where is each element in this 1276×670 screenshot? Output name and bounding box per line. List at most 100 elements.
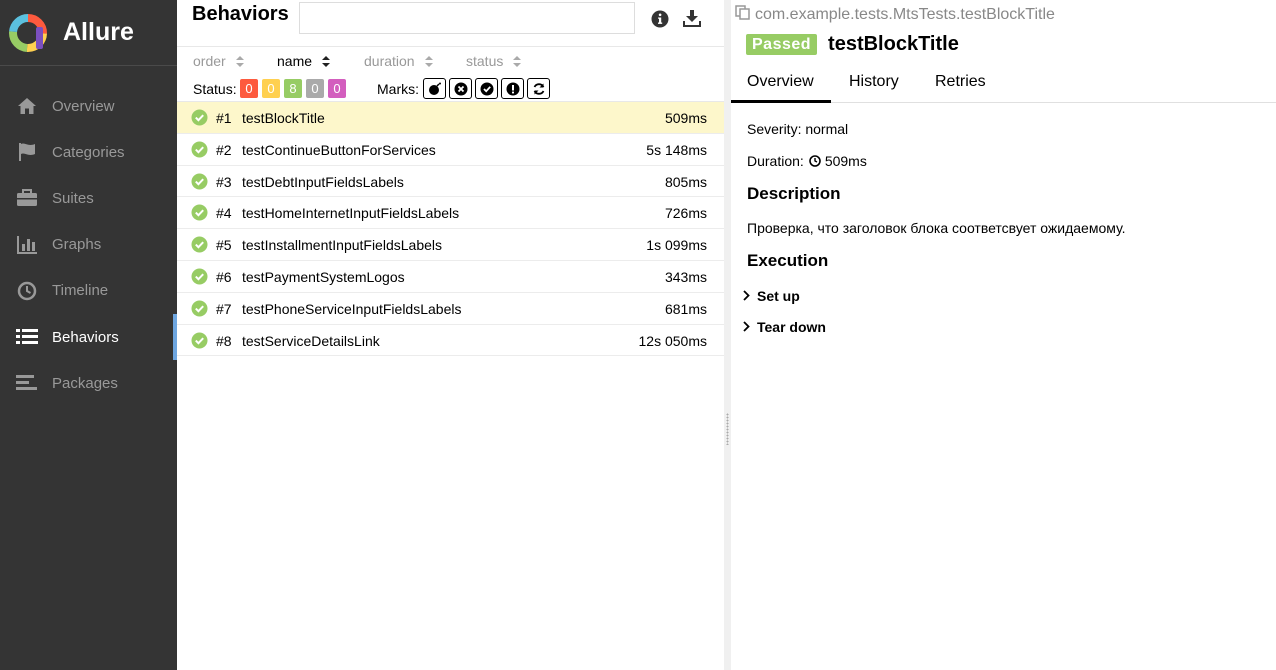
times-circle-icon[interactable] bbox=[449, 78, 472, 99]
description-text: Проверка, что заголовок блока соответсву… bbox=[747, 220, 1126, 236]
sort-label: duration bbox=[364, 53, 415, 69]
sidebar-item-suites[interactable]: Suites bbox=[0, 175, 177, 221]
check-circle-icon[interactable] bbox=[475, 78, 498, 99]
refresh-icon[interactable] bbox=[527, 78, 550, 99]
brand[interactable]: Allure bbox=[0, 0, 177, 66]
duration-label: Duration: bbox=[747, 153, 804, 169]
test-title-row: Passed testBlockTitle bbox=[746, 33, 959, 56]
test-row[interactable]: #4 testHomeInternetInputFieldsLabels 726… bbox=[177, 197, 724, 230]
sidebar-item-packages[interactable]: Packages bbox=[0, 360, 177, 406]
test-row[interactable]: #1 testBlockTitle 509ms bbox=[177, 102, 724, 134]
sort-order[interactable]: order bbox=[193, 53, 244, 69]
sidebar-item-label: Timeline bbox=[52, 282, 109, 300]
home-icon bbox=[16, 95, 38, 117]
test-row[interactable]: #3 testDebtInputFieldsLabels 805ms bbox=[177, 166, 724, 198]
filter-bar: Status: 0 0 8 0 0 Marks: bbox=[177, 75, 724, 101]
test-name: testBlockTitle bbox=[242, 110, 325, 126]
test-list: #1 testBlockTitle 509ms #2 testContinueB… bbox=[177, 101, 724, 357]
detail-tabs: Overview History Retries bbox=[731, 66, 1276, 103]
check-circle-icon bbox=[191, 236, 208, 256]
sort-icon bbox=[235, 55, 244, 67]
pane-splitter[interactable] bbox=[724, 0, 731, 670]
clock-icon bbox=[809, 155, 821, 167]
check-circle-icon bbox=[191, 109, 208, 129]
sidebar-item-behaviors[interactable]: Behaviors bbox=[0, 313, 177, 361]
test-number: #4 bbox=[216, 205, 232, 222]
sidebar-item-label: Behaviors bbox=[52, 328, 119, 346]
download-icon[interactable] bbox=[681, 8, 703, 30]
sidebar-item-label: Categories bbox=[52, 143, 125, 161]
sort-duration[interactable]: duration bbox=[364, 53, 433, 69]
test-row[interactable]: #6 testPaymentSystemLogos 343ms bbox=[177, 261, 724, 293]
test-row[interactable]: #2 testContinueButtonForServices 5s 148m… bbox=[177, 134, 724, 166]
description-heading: Description bbox=[747, 184, 841, 203]
test-number: #8 bbox=[216, 332, 232, 349]
test-duration: 1s 099ms bbox=[646, 237, 707, 254]
test-number: #6 bbox=[216, 268, 232, 285]
test-row[interactable]: #8 testServiceDetailsLink 12s 050ms bbox=[177, 325, 724, 357]
behaviors-header: Behaviors bbox=[177, 0, 724, 47]
status-badge-skipped[interactable]: 0 bbox=[306, 79, 324, 98]
test-name: testServiceDetailsLink bbox=[242, 332, 380, 349]
exclamation-circle-icon[interactable] bbox=[501, 78, 524, 99]
app-name: Allure bbox=[63, 18, 134, 46]
test-number: #5 bbox=[216, 237, 232, 254]
tab-retries[interactable]: Retries bbox=[935, 73, 986, 91]
page-title: Behaviors bbox=[192, 3, 289, 25]
test-duration: 343ms bbox=[664, 268, 707, 285]
status-badge: Passed bbox=[746, 34, 818, 55]
test-full-name[interactable]: com.example.tests.MtsTests.testBlockTitl… bbox=[735, 5, 1055, 25]
test-name: testInstallmentInputFieldsLabels bbox=[242, 237, 442, 254]
tab-history[interactable]: History bbox=[849, 73, 899, 91]
bomb-icon[interactable] bbox=[423, 78, 446, 99]
step-set-up[interactable]: Set up bbox=[743, 288, 800, 304]
drag-handle-icon[interactable] bbox=[726, 413, 729, 445]
test-name: testDebtInputFieldsLabels bbox=[242, 173, 404, 190]
sort-status[interactable]: status bbox=[466, 53, 522, 69]
check-circle-icon bbox=[191, 300, 208, 320]
test-name: testPhoneServiceInputFieldsLabels bbox=[242, 300, 462, 317]
test-duration: 5s 148ms bbox=[646, 141, 707, 158]
check-circle-icon bbox=[191, 141, 208, 161]
test-name: testContinueButtonForServices bbox=[242, 141, 436, 158]
test-duration: 805ms bbox=[664, 173, 707, 190]
allure-report: Allure Overview Categories Suites Graphs… bbox=[0, 0, 1276, 670]
duration: Duration: 509ms bbox=[747, 153, 867, 169]
sort-icon bbox=[513, 55, 522, 67]
test-number: #3 bbox=[216, 173, 232, 190]
status-badge-unknown[interactable]: 0 bbox=[328, 79, 346, 98]
status-badge-passed[interactable]: 8 bbox=[284, 79, 302, 98]
info-icon[interactable] bbox=[649, 8, 671, 30]
status-filter: 0 0 8 0 0 bbox=[240, 79, 350, 98]
sidebar-item-timeline[interactable]: Timeline bbox=[0, 268, 177, 314]
sort-name[interactable]: name bbox=[277, 53, 331, 69]
sort-icon bbox=[424, 55, 433, 67]
marks-label: Marks: bbox=[377, 81, 419, 97]
check-circle-icon bbox=[191, 268, 208, 288]
step-tear-down[interactable]: Tear down bbox=[743, 319, 826, 335]
sort-bar: order name duration status bbox=[177, 47, 724, 75]
sidebar-item-label: Packages bbox=[52, 374, 118, 392]
sidebar-item-label: Graphs bbox=[52, 236, 102, 254]
search-input[interactable] bbox=[299, 2, 635, 34]
list-icon bbox=[16, 326, 38, 348]
test-duration: 681ms bbox=[664, 300, 707, 317]
copy-icon[interactable] bbox=[735, 5, 750, 25]
severity: Severity: normal bbox=[747, 121, 849, 137]
test-row[interactable]: #5 testInstallmentInputFieldsLabels 1s 0… bbox=[177, 229, 724, 261]
sidebar-item-graphs[interactable]: Graphs bbox=[0, 222, 177, 268]
flag-icon bbox=[16, 141, 38, 163]
sidebar: Allure Overview Categories Suites Graphs… bbox=[0, 0, 177, 670]
duration-value: 509ms bbox=[824, 153, 867, 169]
tab-overview[interactable]: Overview bbox=[731, 73, 831, 103]
test-number: #1 bbox=[216, 110, 232, 126]
allure-logo-icon bbox=[8, 13, 48, 53]
execution-heading: Execution bbox=[747, 251, 829, 270]
status-badge-broken[interactable]: 0 bbox=[262, 79, 280, 98]
sidebar-item-overview[interactable]: Overview bbox=[0, 83, 177, 129]
test-row[interactable]: #7 testPhoneServiceInputFieldsLabels 681… bbox=[177, 293, 724, 325]
sidebar-item-categories[interactable]: Categories bbox=[0, 129, 177, 175]
test-number: #2 bbox=[216, 141, 232, 158]
status-badge-failed[interactable]: 0 bbox=[240, 79, 258, 98]
behaviors-pane: Behaviors order name duration status Sta… bbox=[177, 0, 724, 670]
